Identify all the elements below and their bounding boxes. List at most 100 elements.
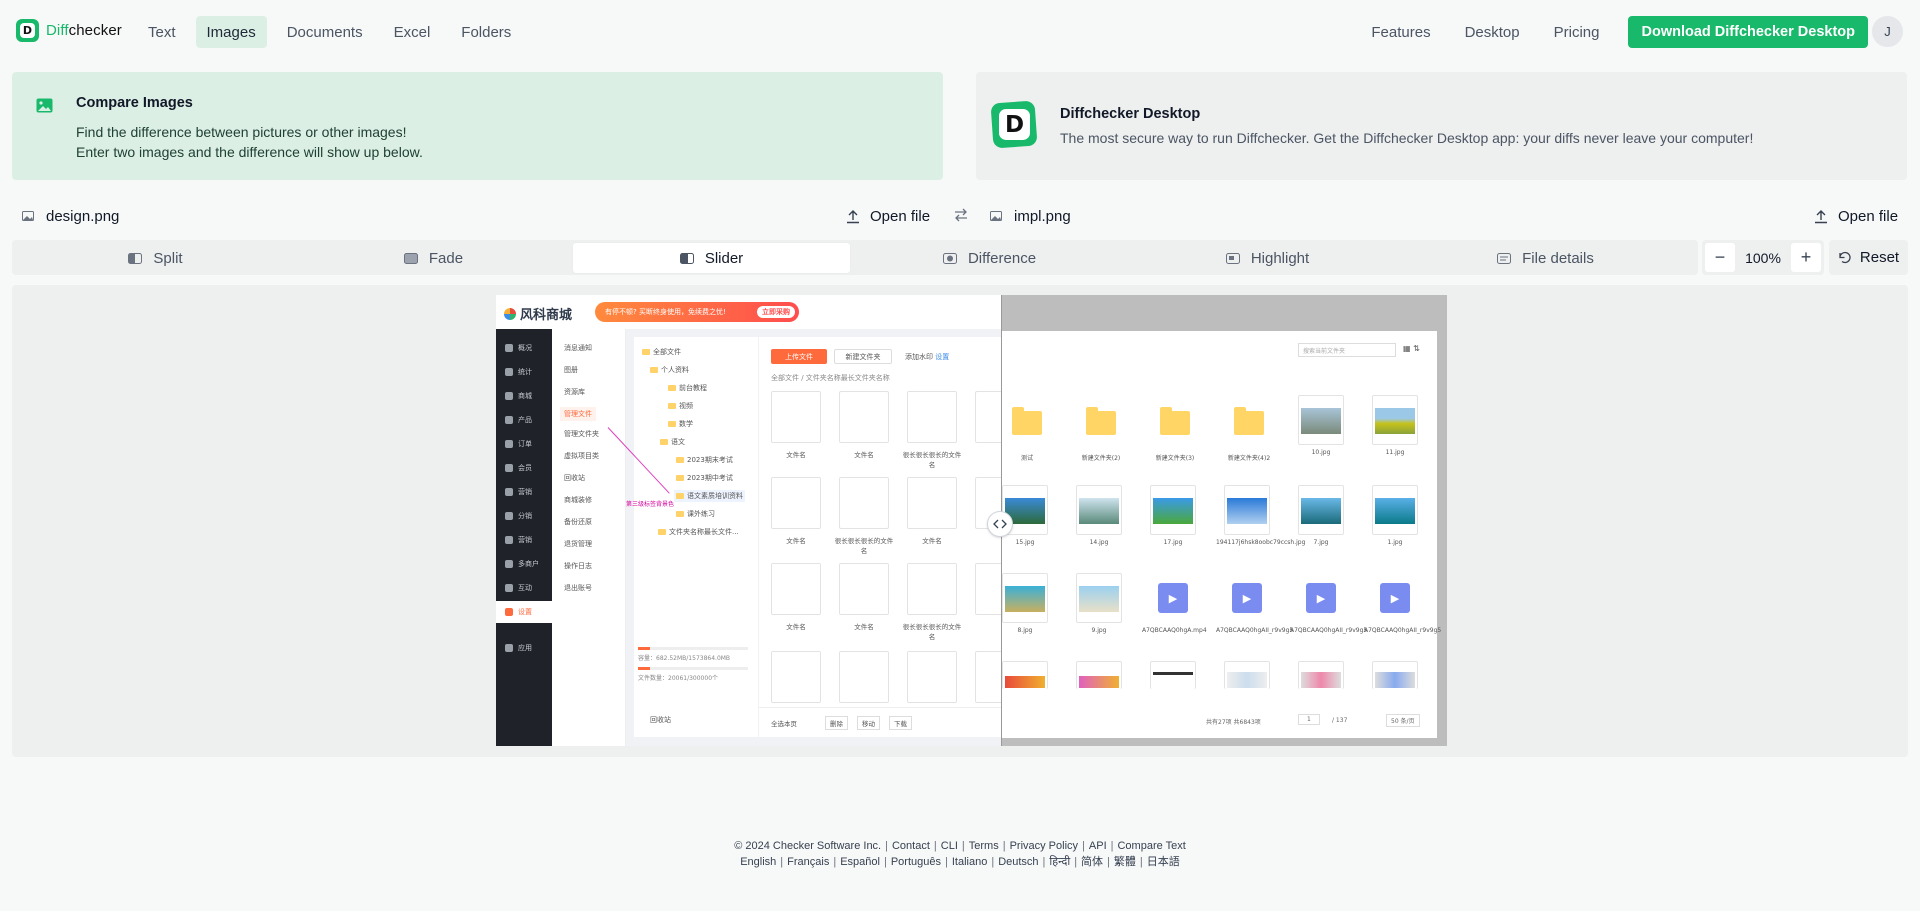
mock-image-thumb: [1076, 573, 1122, 623]
lang-french[interactable]: Français: [787, 856, 829, 868]
footer-link-compare-text[interactable]: Compare Text: [1117, 840, 1185, 852]
avatar[interactable]: J: [1872, 16, 1903, 47]
reset-icon: [1839, 251, 1851, 264]
mock-image-thumb: [1298, 661, 1344, 689]
mock-folder-icon: [676, 493, 684, 499]
left-file-label: design.png: [46, 207, 120, 225]
diffchecker-logo[interactable]: D Diffchecker: [16, 19, 122, 42]
lang-simplified-chinese[interactable]: 简体: [1081, 856, 1103, 868]
promo-title: Diffchecker Desktop: [1060, 106, 1201, 122]
lang-english[interactable]: English: [740, 856, 776, 868]
footer-link-api[interactable]: API: [1089, 840, 1107, 852]
right-file-name: impl.png: [990, 203, 1071, 229]
zoom-value: 100%: [1745, 249, 1781, 266]
compare-images-card: Compare Images Find the difference betwe…: [12, 72, 943, 180]
mock-image-thumb: [1298, 395, 1344, 445]
card-title: Compare Images: [76, 95, 193, 111]
mock-nav-icon: [505, 368, 513, 376]
mock-image-thumb: [1372, 661, 1418, 689]
mode-file-details[interactable]: File details: [1407, 243, 1684, 273]
card-description-line-1: Find the difference between pictures or …: [76, 124, 407, 140]
lang-german[interactable]: Deutsch: [998, 856, 1038, 868]
desktop-promo-card[interactable]: D Diffchecker Desktop The most secure wa…: [976, 72, 1907, 180]
swap-icon[interactable]: [952, 207, 970, 223]
mock-banner: 有停不顿? 买断终身使用，免续费之忧! 立即采购: [595, 302, 799, 322]
upload-icon: [847, 209, 859, 223]
logo-mark: D: [16, 19, 39, 42]
mock-nav-icon: [505, 512, 513, 520]
mock-upload-button: 上传文件: [771, 349, 827, 364]
video-icon: ▶: [1232, 583, 1262, 613]
nav-pricing[interactable]: Pricing: [1543, 16, 1611, 48]
lang-italian[interactable]: Italiano: [952, 856, 987, 868]
folder-icon: [1086, 407, 1116, 435]
upload-icon: [1815, 209, 1827, 223]
mode-fade[interactable]: Fade: [295, 243, 572, 273]
mock-nav-icon: [505, 536, 513, 544]
mock-search-box: 搜索当前文件夹: [1298, 343, 1396, 357]
mode-difference[interactable]: Difference: [851, 243, 1128, 273]
mock-file-card: [839, 651, 889, 703]
mock-nav-icon: [505, 584, 513, 592]
mock-dark-sidebar: 概况 统计 商城 产品 订单 会员 营销 分销 营销 多商户 互动 设置 应用: [496, 329, 552, 746]
slider-handle[interactable]: [987, 511, 1013, 537]
mode-slider[interactable]: Slider: [573, 243, 850, 273]
mock-image-thumb: [1372, 485, 1418, 535]
mock-image-thumb: [1150, 485, 1196, 535]
nav-desktop[interactable]: Desktop: [1454, 16, 1531, 48]
zoom-out-button[interactable]: −: [1705, 243, 1735, 272]
lang-japanese[interactable]: 日本語: [1147, 856, 1180, 868]
mock-folder-icon: [658, 529, 666, 535]
lang-portuguese[interactable]: Português: [891, 856, 941, 868]
mock-breadcrumb: 全部文件 / 文件夹名称最长文件夹名称: [771, 374, 890, 382]
footer-links: © 2024 Checker Software Inc. | Contact | CLI…: [734, 840, 1186, 852]
mock-impl-file-grid: 搜索当前文件夹 ▦ ⇅ 测试 新建文件夹(2) 新建文件夹(3) 新建文件夹(4…: [1002, 331, 1441, 738]
mock-logo-icon: [504, 307, 516, 320]
footer-link-terms[interactable]: Terms: [969, 840, 999, 852]
mock-nav-icon: [505, 488, 513, 496]
mock-nav-icon: [505, 392, 513, 400]
mock-folder-icon: [676, 457, 684, 463]
lang-spanish[interactable]: Español: [840, 856, 880, 868]
lang-hindi[interactable]: हिन्दी: [1049, 856, 1070, 868]
download-desktop-button[interactable]: Download Diffchecker Desktop: [1628, 16, 1868, 48]
mock-file-card: [907, 651, 957, 703]
main-nav: Text Images Documents Excel Folders: [137, 16, 531, 48]
right-open-file[interactable]: Open file: [1814, 203, 1898, 229]
mock-nav-icon: [505, 560, 513, 568]
left-file-name: design.png: [22, 203, 119, 229]
view-mode-bar: Split Fade Slider Difference Highlight F…: [12, 240, 1698, 275]
nav-folders[interactable]: Folders: [450, 16, 522, 48]
mock-image-thumb: [1224, 485, 1270, 535]
reset-button[interactable]: Reset: [1829, 240, 1908, 275]
mode-highlight[interactable]: Highlight: [1129, 243, 1406, 273]
right-open-file-label: Open file: [1838, 207, 1899, 225]
image-viewer: 风科商城 有停不顿? 买断终身使用，免续费之忧! 立即采购 概况 统计 商城 产品…: [12, 285, 1908, 757]
nav-text[interactable]: Text: [137, 16, 187, 48]
nav-features[interactable]: Features: [1360, 16, 1441, 48]
left-open-file[interactable]: Open file: [846, 203, 930, 229]
image-file-icon: [990, 211, 1002, 221]
mock-file-card: [839, 477, 889, 529]
footer-link-cli[interactable]: CLI: [941, 840, 958, 852]
nav-documents[interactable]: Documents: [276, 16, 374, 48]
mock-pagination: 共有27项 共6843项 1 / 137 50 条/页: [1002, 707, 1437, 733]
promo-description: The most secure way to run Diffchecker. …: [1060, 130, 1754, 146]
image-file-icon: [22, 211, 34, 221]
footer-link-contact[interactable]: Contact: [892, 840, 930, 852]
mock-image-thumb: [1298, 485, 1344, 535]
lang-traditional-chinese[interactable]: 繁體: [1114, 856, 1136, 868]
footer-link-privacy[interactable]: Privacy Policy: [1010, 840, 1078, 852]
nav-images[interactable]: Images: [195, 16, 267, 48]
mock-folder-icon: [668, 403, 676, 409]
video-icon: ▶: [1306, 583, 1336, 613]
mode-split[interactable]: Split: [17, 243, 294, 273]
mock-image-thumb: [1002, 661, 1048, 689]
nav-excel[interactable]: Excel: [383, 16, 442, 48]
zoom-in-button[interactable]: +: [1791, 243, 1821, 272]
right-file-label: impl.png: [1014, 207, 1071, 225]
mock-submenu: 消息通知 图册 资源库 管理文件 管理文件夹 虚拟项目类 回收站 商城装修 备份…: [552, 329, 626, 746]
mock-folder-icon: [668, 421, 676, 427]
folder-icon: [1234, 407, 1264, 435]
split-icon: [128, 252, 143, 264]
